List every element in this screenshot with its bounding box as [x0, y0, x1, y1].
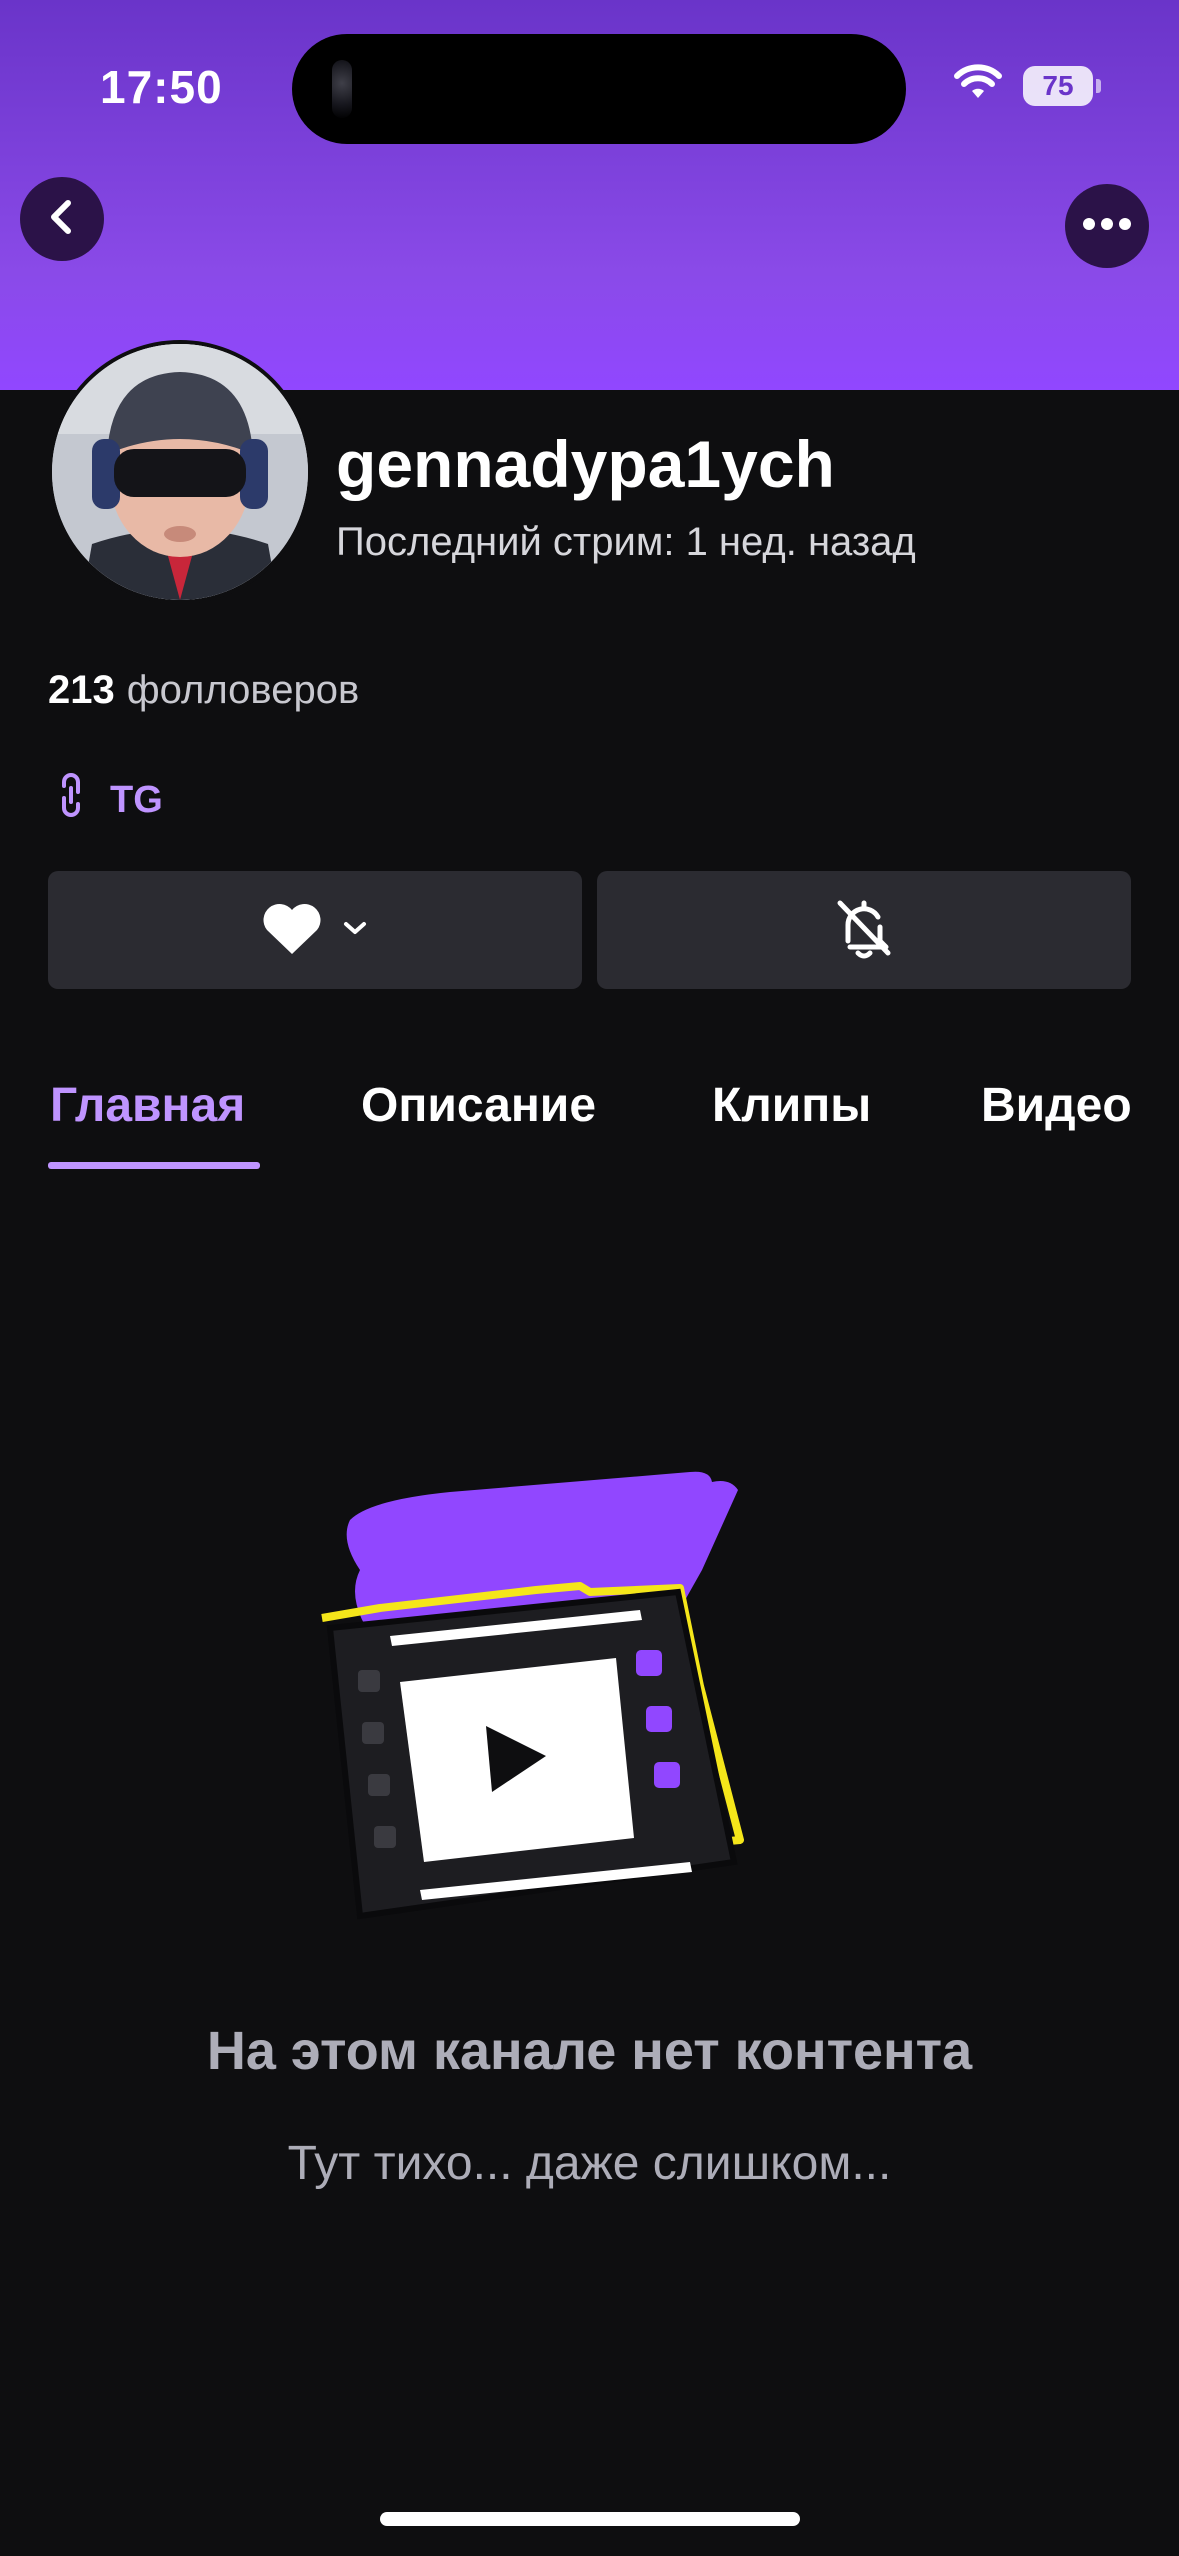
follow-button[interactable] — [48, 871, 582, 989]
camera-indicator — [332, 60, 352, 118]
back-button[interactable] — [20, 177, 104, 261]
empty-content-illustration — [310, 1460, 880, 1930]
social-link-tg[interactable]: TG — [54, 772, 163, 828]
bell-off-icon — [834, 897, 894, 964]
followers-count: 213 фолловеров — [48, 668, 359, 713]
channel-screen: 17:50 75 gennadypa1ych Последний стрим: … — [0, 0, 1179, 2556]
more-button[interactable] — [1065, 184, 1149, 268]
chevron-down-icon — [341, 919, 369, 942]
more-horizontal-icon — [1082, 217, 1132, 236]
tab-clips[interactable]: Клипы — [712, 1078, 871, 1133]
status-indicators: 75 — [953, 64, 1101, 107]
tab-videos[interactable]: Видео — [981, 1078, 1132, 1133]
battery-icon: 75 — [1023, 65, 1101, 106]
tab-description[interactable]: Описание — [361, 1078, 596, 1133]
last-stream-text: Последний стрим: 1 нед. назад — [336, 520, 916, 564]
home-indicator[interactable] — [380, 2512, 800, 2526]
dynamic-island — [292, 34, 906, 144]
empty-state-subtitle: Тут тихо... даже слишком... — [287, 2137, 892, 2190]
chevron-left-icon — [44, 197, 80, 242]
channel-tabs: Главная Описание Клипы Видео — [0, 1070, 1179, 1170]
channel-username: gennadypa1ych — [336, 427, 835, 501]
empty-state-title: На этом канале нет контента — [206, 2021, 973, 2081]
followers-number: 213 — [48, 668, 115, 712]
notifications-button[interactable] — [597, 871, 1131, 989]
channel-avatar[interactable] — [48, 340, 312, 604]
tab-home[interactable]: Главная — [50, 1078, 245, 1133]
wifi-icon — [953, 64, 1003, 107]
link-icon — [54, 772, 88, 828]
social-link-label: TG — [110, 778, 163, 821]
followers-label: фолловеров — [126, 668, 360, 712]
active-tab-indicator — [48, 1162, 260, 1169]
status-time: 17:50 — [100, 61, 223, 113]
heart-icon — [261, 900, 323, 961]
